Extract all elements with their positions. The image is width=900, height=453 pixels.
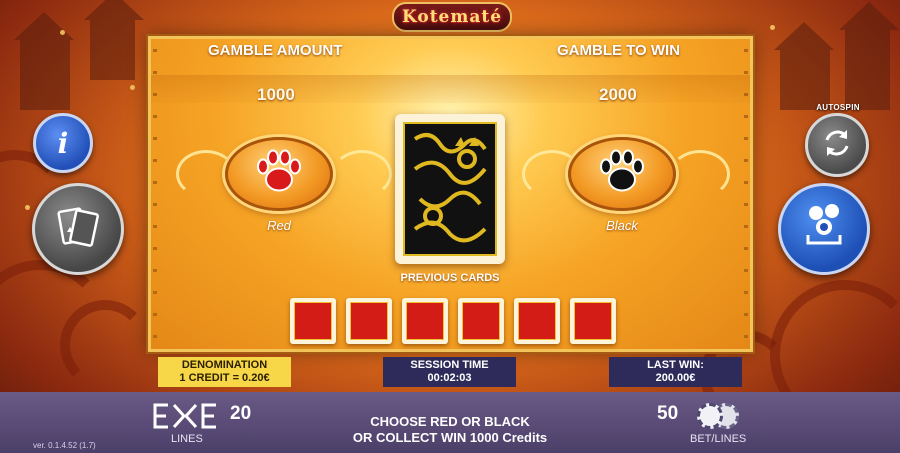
info-button[interactable]: i [33, 113, 93, 173]
autospin-label: AUTOSPIN [816, 103, 860, 112]
coin-stack-icon [798, 201, 850, 258]
playing-cards-icon [53, 202, 103, 257]
status-message: CHOOSE RED OR BLACK OR COLLECT WIN 1000 … [300, 414, 600, 446]
spin-button[interactable] [778, 183, 870, 275]
denomination-box: DENOMINATION 1 CREDIT = 0.20€ [158, 357, 291, 387]
previous-card [514, 298, 560, 344]
lines-selector-icon[interactable] [152, 402, 224, 429]
previous-card [346, 298, 392, 344]
session-time-title: SESSION TIME [410, 359, 489, 371]
red-button[interactable] [225, 137, 333, 211]
gamble-to-win-label: GAMBLE TO WIN [557, 42, 681, 59]
version-text: ver. 0.1.4.52 (1.7) [33, 441, 96, 450]
black-label: Black [606, 218, 638, 233]
black-paw-icon [594, 147, 650, 202]
gamble-amount-value: 1000 [257, 85, 295, 104]
status-message-line1: CHOOSE RED OR BLACK [370, 414, 530, 429]
ornament-right [670, 150, 730, 198]
lines-value: 20 [230, 403, 252, 424]
denomination-value: 1 CREDIT = 0.20€ [179, 372, 270, 384]
info-icon: i [57, 126, 69, 160]
red-label: Red [267, 218, 291, 233]
gamble-cards-button[interactable] [32, 183, 124, 275]
bet-chips-icon[interactable] [695, 403, 745, 429]
status-message-line2: OR COLLECT WIN 1000 Credits [352, 430, 548, 445]
bet-value: 50 [657, 403, 679, 424]
last-win-title: LAST WIN: [647, 359, 704, 371]
session-time-box: SESSION TIME 00:02:03 [383, 357, 516, 387]
autospin-icon [820, 126, 854, 165]
previous-card [402, 298, 448, 344]
previous-card [570, 298, 616, 344]
red-paw-icon [251, 147, 307, 202]
gamble-card [395, 114, 505, 264]
autospin-button[interactable] [805, 113, 869, 177]
last-win-value: 200.00€ [655, 372, 696, 384]
gamble-to-win-value: 2000 [599, 85, 637, 104]
ornament-left-right [332, 150, 392, 198]
gamble-amount-label: GAMBLE AMOUNT [208, 42, 343, 59]
previous-card [290, 298, 336, 344]
lines-label: LINES [171, 433, 203, 445]
bet-lines-label: BET/LINES [690, 433, 747, 445]
black-button[interactable] [568, 137, 676, 211]
previous-cards-row [290, 298, 616, 344]
last-win-box: LAST WIN: 200.00€ [609, 357, 742, 387]
session-time-value: 00:02:03 [427, 372, 472, 384]
previous-cards-label: PREVIOUS CARDS [400, 272, 500, 284]
previous-card [458, 298, 504, 344]
denomination-title: DENOMINATION [181, 359, 268, 371]
card-back-pattern-icon [403, 122, 497, 256]
game-logo: Kotematé [392, 2, 512, 32]
